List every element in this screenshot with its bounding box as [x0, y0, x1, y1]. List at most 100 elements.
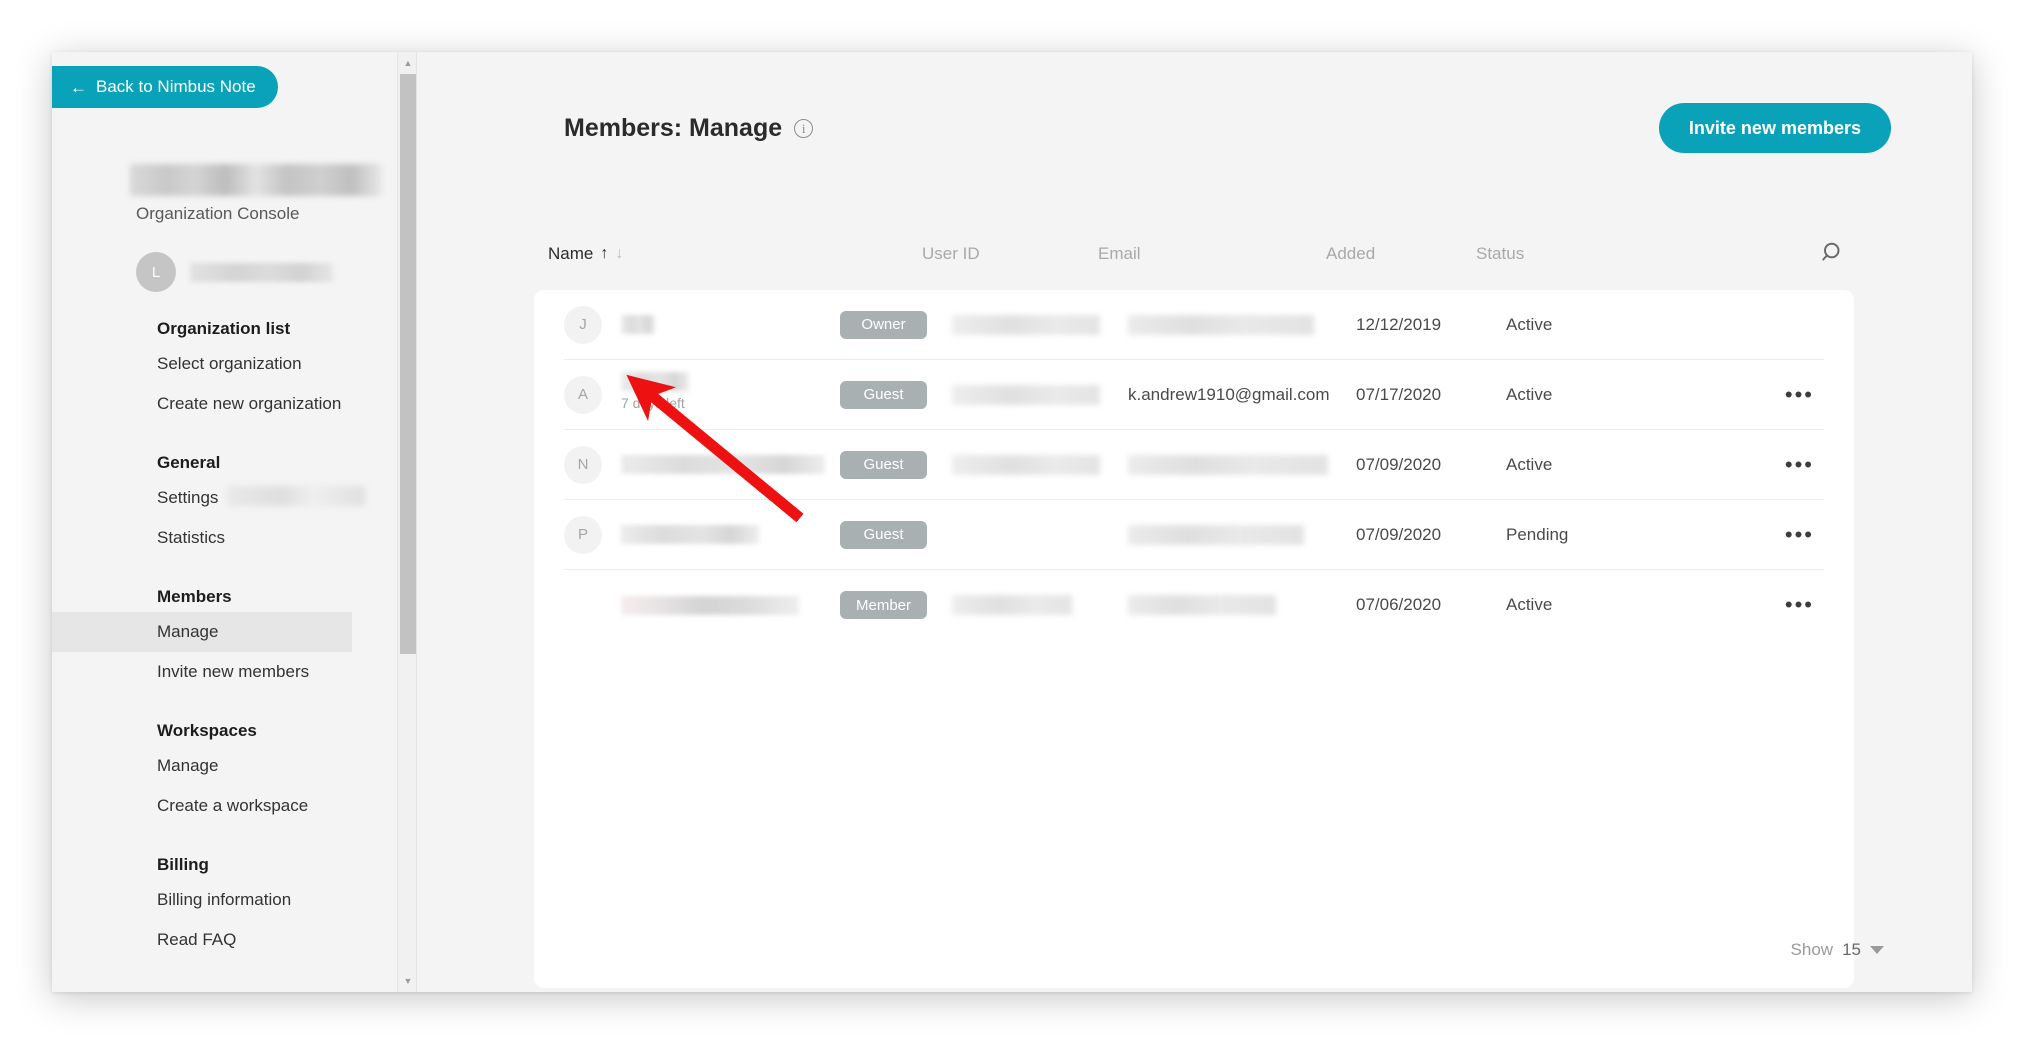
- added-date-cell: 07/09/2020: [1356, 524, 1442, 544]
- added-date-cell: 12/12/2019: [1356, 314, 1442, 334]
- member-name: [621, 372, 689, 391]
- role-badge[interactable]: Guest: [840, 380, 927, 409]
- role-badge[interactable]: Guest: [840, 450, 927, 479]
- user-id-cell: [952, 384, 1100, 405]
- table-row[interactable]: Member 07/06/2020 Active •••: [564, 570, 1824, 640]
- trial-days-left-label: 7 days left: [621, 395, 685, 411]
- column-header-email: Email: [1098, 244, 1141, 263]
- sort-ascending-icon[interactable]: ↑: [600, 245, 608, 263]
- role-badge[interactable]: Member: [840, 591, 927, 619]
- member-name-cell: [621, 315, 655, 334]
- organization-logo: [130, 164, 382, 196]
- table-row[interactable]: P Guest 07/09/2020 Pending •••: [564, 500, 1824, 570]
- added-date-cell: 07/06/2020: [1356, 595, 1442, 614]
- avatar: P: [564, 515, 602, 554]
- sidebar-item-members-manage[interactable]: Manage: [52, 612, 352, 652]
- sidebar-item-billing-information[interactable]: Billing information: [52, 880, 397, 920]
- search-icon[interactable]: [1818, 238, 1848, 268]
- member-name-cell: [621, 595, 799, 615]
- sidebar-heading-organization-list: Organization list: [157, 319, 291, 338]
- page-title: Members: Manage: [564, 114, 783, 142]
- column-header-added: Added: [1326, 244, 1376, 263]
- row-more-options-icon[interactable]: •••: [1781, 594, 1818, 616]
- page-title-row: Members: Manage i: [564, 114, 814, 143]
- browser-window: ← Back to Nimbus Note Organization Conso…: [52, 52, 1972, 992]
- table-row[interactable]: J Owner 12/12/2019 Active: [564, 290, 1824, 360]
- chevron-down-icon[interactable]: [1870, 946, 1884, 954]
- scroll-down-icon[interactable]: ▼: [398, 972, 418, 990]
- sidebar-heading-general: General: [157, 453, 221, 472]
- info-circle-icon[interactable]: i: [794, 119, 814, 138]
- email-cell: [1128, 454, 1328, 475]
- column-header-name: Name ↑ ↓: [548, 244, 623, 264]
- sidebar-item-invite-new-members[interactable]: Invite new members: [52, 652, 397, 692]
- column-header-status: Status: [1476, 244, 1525, 263]
- member-name: [621, 595, 799, 615]
- avatar: J: [564, 305, 602, 344]
- role-badge[interactable]: Guest: [840, 520, 927, 549]
- status-cell: Active: [1506, 595, 1553, 614]
- show-rows-selector[interactable]: Show 15: [1791, 940, 1884, 960]
- scroll-up-icon[interactable]: ▲: [398, 54, 418, 72]
- email-cell: [1128, 524, 1304, 545]
- sidebar-nav: Organization list Select organization Cr…: [52, 314, 397, 960]
- user-id-cell: [952, 314, 1100, 335]
- sidebar-item-create-new-organization[interactable]: Create new organization: [52, 384, 397, 424]
- member-name-cell: [621, 455, 825, 474]
- main-content: Members: Manage i Invite new members Nam…: [418, 52, 1972, 992]
- column-header-user-id: User ID: [922, 244, 980, 263]
- member-name: [621, 525, 759, 544]
- status-cell: Active: [1506, 454, 1553, 474]
- sidebar-heading-workspaces: Workspaces: [157, 721, 257, 740]
- sidebar-item-read-faq[interactable]: Read FAQ: [52, 920, 397, 960]
- status-cell: Active: [1506, 384, 1553, 404]
- table-header: Name ↑ ↓ User ID Email Added Status: [534, 242, 1854, 290]
- sort-descending-icon[interactable]: ↓: [615, 245, 623, 263]
- sidebar-item-select-organization[interactable]: Select organization: [52, 344, 397, 384]
- status-cell: Active: [1506, 314, 1553, 334]
- row-more-options-icon[interactable]: •••: [1781, 523, 1818, 546]
- user-id-cell: [952, 595, 1072, 615]
- invite-new-members-button[interactable]: Invite new members: [1658, 103, 1891, 153]
- sidebar-heading-billing: Billing: [157, 855, 209, 874]
- members-table: J Owner 12/12/2019 Active A 7 days left Guest k…: [534, 290, 1854, 988]
- row-more-options-icon[interactable]: •••: [1781, 383, 1818, 406]
- role-badge[interactable]: Owner: [840, 310, 927, 339]
- table-row[interactable]: A 7 days left Guest k.andrew1910@gmail.com 0…: [564, 360, 1824, 430]
- sidebar-heading-members: Members: [157, 587, 232, 606]
- sidebar-item-workspaces-manage[interactable]: Manage: [52, 746, 397, 786]
- email-cell: k.andrew1910@gmail.com: [1128, 384, 1330, 404]
- member-name: [621, 455, 825, 474]
- sidebar-scrollbar[interactable]: ▲ ▼: [397, 52, 417, 992]
- user-id-cell: [952, 454, 1100, 475]
- settings-redacted-suffix: [227, 486, 365, 506]
- column-header-name-label: Name: [548, 244, 594, 263]
- avatar: L: [136, 252, 176, 292]
- member-name-cell: 7 days left: [621, 372, 689, 411]
- back-to-nimbus-note-button[interactable]: ← Back to Nimbus Note: [52, 66, 278, 108]
- status-cell: Pending: [1506, 524, 1569, 544]
- member-name-cell: [621, 525, 759, 544]
- avatar: N: [564, 445, 602, 484]
- scrollbar-thumb[interactable]: [400, 74, 416, 654]
- sidebar: ← Back to Nimbus Note Organization Conso…: [52, 52, 397, 992]
- back-button-label: Back to Nimbus Note: [96, 77, 256, 96]
- avatar: A: [564, 375, 602, 414]
- member-name: [621, 315, 655, 334]
- organization-console-label: Organization Console: [136, 204, 300, 223]
- table-row[interactable]: N Guest 07/09/2020 Active •••: [564, 430, 1824, 500]
- row-more-options-icon[interactable]: •••: [1781, 453, 1818, 476]
- sidebar-item-create-a-workspace[interactable]: Create a workspace: [52, 786, 397, 826]
- current-user-name: [190, 262, 333, 282]
- arrow-left-icon: ←: [70, 77, 87, 97]
- current-user-row[interactable]: L: [136, 252, 333, 292]
- sidebar-item-settings[interactable]: Settings: [52, 478, 397, 518]
- show-label: Show: [1790, 940, 1834, 959]
- added-date-cell: 07/09/2020: [1356, 454, 1442, 474]
- sidebar-item-statistics[interactable]: Statistics: [52, 518, 397, 558]
- email-cell: [1128, 595, 1276, 615]
- added-date-cell: 07/17/2020: [1356, 384, 1442, 404]
- show-count-value: 15: [1842, 940, 1861, 959]
- sidebar-item-label: Settings: [157, 488, 219, 507]
- email-cell: [1128, 314, 1314, 335]
